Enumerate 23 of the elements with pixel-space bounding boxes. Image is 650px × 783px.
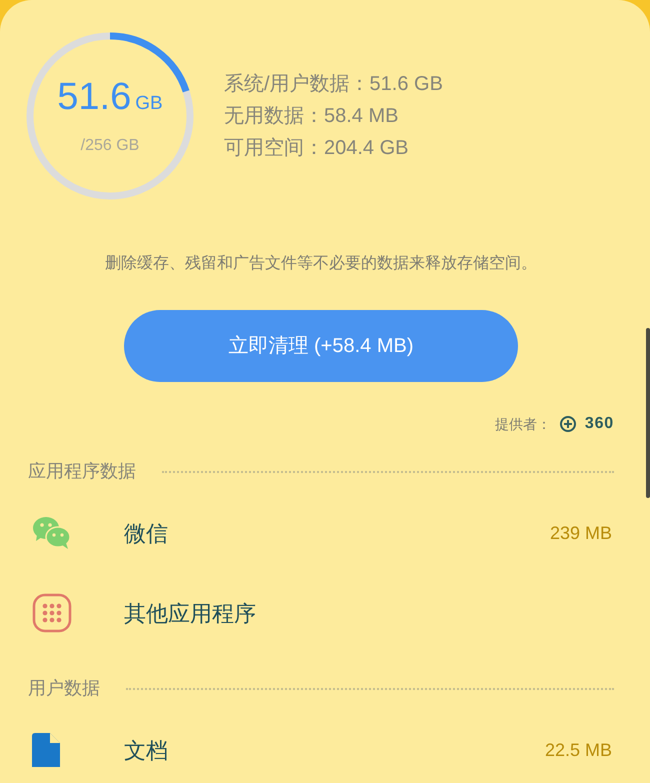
provider-label: 提供者： xyxy=(494,414,551,434)
storage-stat: 无用数据：58.4 MB xyxy=(224,104,400,129)
item-size: 22.5 MB xyxy=(544,738,612,762)
storage-stat: 系统/用户数据：51.6 GB xyxy=(224,72,443,97)
chat-bubbles-icon xyxy=(32,516,72,550)
item-size: 239 MB xyxy=(550,522,612,544)
app-row[interactable]: 文档 22.5 MB xyxy=(0,710,642,783)
used-unit: GB xyxy=(135,92,163,116)
section-header: 用户数据 xyxy=(28,677,100,700)
item-name: 微信 xyxy=(124,520,169,548)
storage-stat: 可用空间：204.4 GB xyxy=(224,136,410,161)
app-grid-icon xyxy=(32,593,72,633)
app-row[interactable]: 微信 239 MB xyxy=(0,493,642,573)
plus-circle-icon xyxy=(558,415,577,433)
description: 删除缓存、残留和广告文件等不必要的数据来释放存储空间。 xyxy=(104,254,538,274)
item-name: 文档 xyxy=(124,736,169,764)
used-storage: 51.6 xyxy=(57,78,132,116)
total-storage: /256 GB xyxy=(80,136,140,156)
app-row[interactable]: 其他应用程序 xyxy=(0,573,642,653)
item-name: 其他应用程序 xyxy=(124,600,257,628)
document-icon xyxy=(32,733,60,767)
provider-brand: 360 xyxy=(584,414,614,434)
section-header: 应用程序数据 xyxy=(28,460,136,483)
